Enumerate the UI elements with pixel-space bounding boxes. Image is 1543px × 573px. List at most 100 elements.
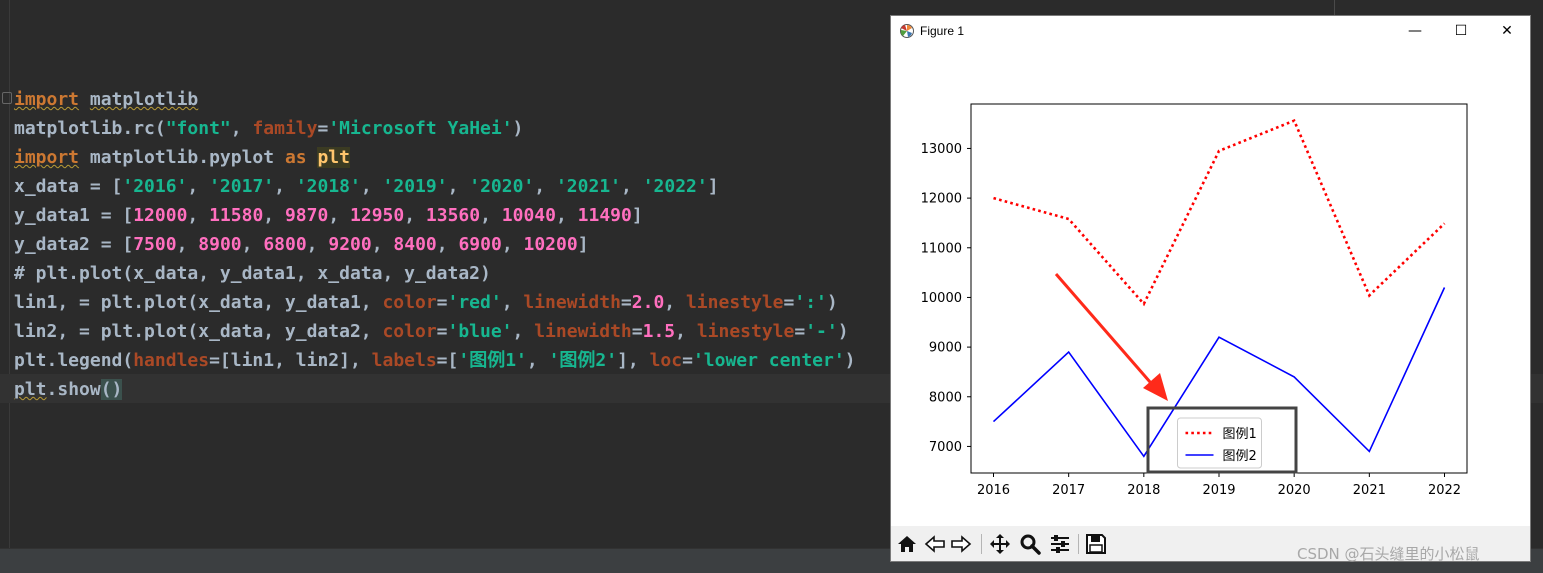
- legend-label: 图例2: [1223, 449, 1257, 464]
- code-line[interactable]: lin2, = plt.plot(x_data, y_data2, color=…: [14, 317, 856, 346]
- code-line[interactable]: matplotlib.rc("font", family='Microsoft …: [14, 114, 856, 143]
- forward-icon[interactable]: [949, 532, 973, 556]
- code-token: '图例1': [458, 350, 527, 371]
- code-token: y_data1 = [: [14, 205, 133, 226]
- code-token: matplotlib: [90, 89, 198, 110]
- code-token: 6900: [458, 234, 501, 255]
- code-text[interactable]: import matplotlibmatplotlib.rc("font", f…: [14, 85, 856, 404]
- code-token: ,: [437, 234, 459, 255]
- y-tick-label: 10000: [921, 291, 962, 306]
- code-token: ,: [513, 321, 535, 342]
- code-token: '2021': [556, 176, 621, 197]
- code-token: ): [845, 350, 856, 371]
- code-token: matplotlib.rc(: [14, 118, 166, 139]
- code-token: 2.0: [632, 292, 665, 313]
- code-token: ,: [177, 234, 199, 255]
- figure-titlebar[interactable]: Figure 1 — ☐ ✕: [891, 16, 1530, 46]
- code-token: '2019': [383, 176, 448, 197]
- code-token: =: [632, 321, 643, 342]
- pan-icon[interactable]: [988, 532, 1012, 556]
- code-line[interactable]: y_data1 = [12000, 11580, 9870, 12950, 13…: [14, 201, 856, 230]
- code-token: color: [382, 292, 436, 313]
- code-token: ,: [361, 176, 383, 197]
- code-token: linestyle: [697, 321, 795, 342]
- code-token: ,: [621, 176, 643, 197]
- code-line[interactable]: x_data = ['2016', '2017', '2018', '2019'…: [14, 172, 856, 201]
- code-token: =: [784, 292, 795, 313]
- fold-icon[interactable]: [2, 92, 12, 104]
- code-line[interactable]: import matplotlib: [14, 85, 856, 114]
- maximize-button[interactable]: ☐: [1438, 16, 1484, 46]
- code-token: as: [285, 147, 307, 168]
- code-token: ':': [794, 292, 827, 313]
- close-button[interactable]: ✕: [1484, 16, 1530, 46]
- code-token: =[lin1, lin2],: [209, 350, 372, 371]
- code-token: =: [682, 350, 693, 371]
- code-token: '2020': [469, 176, 534, 197]
- code-line[interactable]: y_data2 = [7500, 8900, 6800, 9200, 8400,…: [14, 230, 856, 259]
- code-token: ,: [534, 176, 556, 197]
- code-token: ,: [502, 234, 524, 255]
- code-token: =: [437, 292, 448, 313]
- back-icon[interactable]: [923, 532, 947, 556]
- code-token: 6800: [263, 234, 306, 255]
- code-token: =[: [437, 350, 459, 371]
- code-token: ,: [675, 321, 697, 342]
- code-token: linestyle: [686, 292, 784, 313]
- code-token: .show: [47, 379, 101, 400]
- home-icon[interactable]: [895, 532, 919, 556]
- code-token: ],: [617, 350, 650, 371]
- code-token: =: [794, 321, 805, 342]
- gutter-divider: [9, 0, 10, 548]
- legend-label: 图例1: [1223, 427, 1257, 442]
- zoom-icon[interactable]: [1018, 532, 1042, 556]
- code-token: [307, 147, 318, 168]
- code-token: y_data2 = [: [14, 234, 133, 255]
- code-token: plt: [14, 379, 47, 400]
- code-token: 'Microsoft YaHei': [328, 118, 512, 139]
- code-token: x_data = [: [14, 176, 122, 197]
- code-token: ,: [263, 205, 285, 226]
- code-token: 'lower center': [693, 350, 845, 371]
- x-tick-label: 2019: [1202, 483, 1235, 498]
- matplotlib-logo-icon: [899, 23, 915, 39]
- minimize-button[interactable]: —: [1392, 16, 1438, 46]
- code-token: ]: [708, 176, 719, 197]
- code-token: 'blue': [448, 321, 513, 342]
- code-token: =: [621, 292, 632, 313]
- y-tick-label: 13000: [921, 142, 962, 157]
- code-token: ]: [578, 234, 589, 255]
- x-tick-label: 2018: [1127, 483, 1160, 498]
- figure-title: Figure 1: [920, 24, 964, 38]
- code-token: ,: [404, 205, 426, 226]
- code-token: 10040: [502, 205, 556, 226]
- code-line[interactable]: plt.legend(handles=[lin1, lin2], labels=…: [14, 346, 856, 375]
- code-token: # plt.plot(x_data, y_data1, x_data, y_da…: [14, 263, 491, 284]
- right-margin-guide: [1334, 0, 1335, 15]
- configure-icon[interactable]: [1048, 532, 1072, 556]
- code-token: lin1, = plt.plot(x_data, y_data1,: [14, 292, 382, 313]
- code-token: handles: [133, 350, 209, 371]
- code-token: ): [838, 321, 849, 342]
- save-icon[interactable]: [1084, 532, 1108, 556]
- figure-window[interactable]: Figure 1 — ☐ ✕ 2016201720182019202020212…: [890, 15, 1531, 562]
- code-token: [79, 89, 90, 110]
- code-token: 13560: [426, 205, 480, 226]
- code-token: '2017': [209, 176, 274, 197]
- code-token: 9870: [285, 205, 328, 226]
- code-token: =: [437, 321, 448, 342]
- code-line[interactable]: plt.show(): [14, 375, 856, 404]
- code-line[interactable]: # plt.plot(x_data, y_data1, x_data, y_da…: [14, 259, 856, 288]
- code-token: ,: [242, 234, 264, 255]
- code-line[interactable]: lin1, = plt.plot(x_data, y_data1, color=…: [14, 288, 856, 317]
- code-line[interactable]: import matplotlib.pyplot as plt: [14, 143, 856, 172]
- x-tick-label: 2020: [1278, 483, 1311, 498]
- code-token: 9200: [328, 234, 371, 255]
- y-tick-label: 9000: [929, 341, 962, 356]
- code-token: ,: [502, 292, 524, 313]
- chart-canvas[interactable]: 2016201720182019202020212022700080009000…: [891, 46, 1530, 526]
- code-token: linewidth: [534, 321, 632, 342]
- code-token: =: [317, 118, 328, 139]
- toolbar-separator: [981, 534, 982, 554]
- code-token: color: [382, 321, 436, 342]
